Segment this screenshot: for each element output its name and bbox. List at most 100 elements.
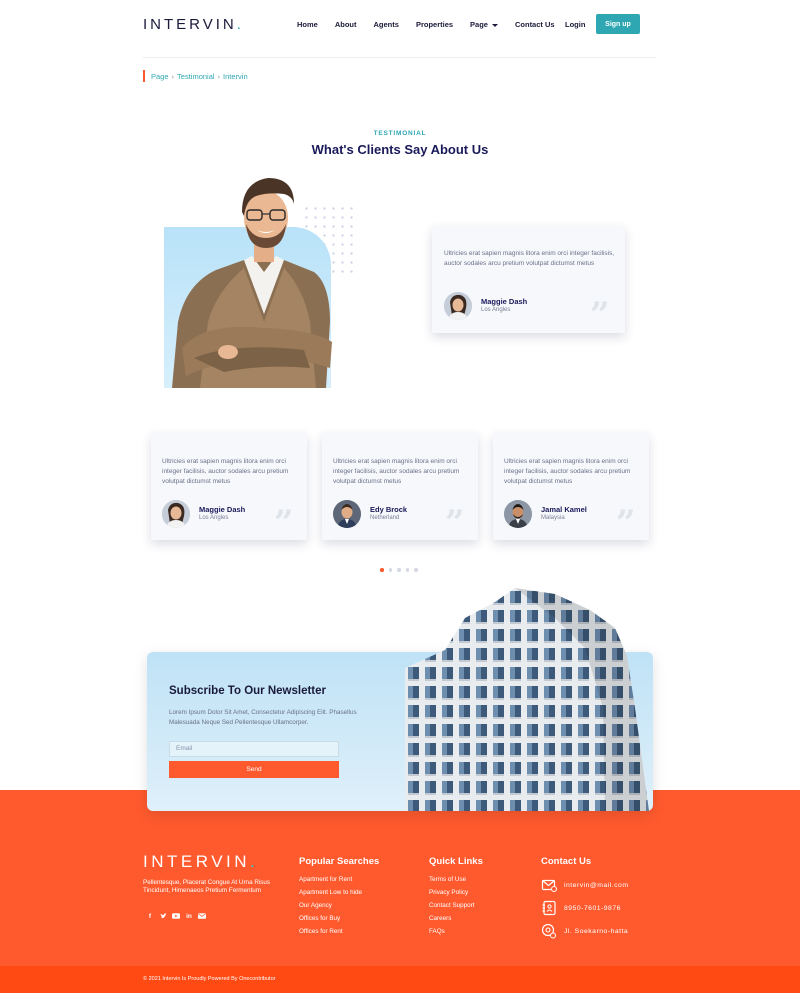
contact-email-text: intervin@mail.com <box>564 881 629 889</box>
twitter-glyph <box>160 912 167 918</box>
logo[interactable]: INTERVIN. <box>143 16 244 33</box>
footer-link[interactable]: Privacy Policy <box>429 889 468 896</box>
client-name: Edy Brock <box>370 505 408 514</box>
top-navigation: INTERVIN. Home About Agents Properties P… <box>0 0 800 58</box>
send-button[interactable]: Send <box>169 761 339 778</box>
footer-link[interactable]: Offices for Buy <box>299 915 340 922</box>
testimonial-text: Ultricies erat sapien magnis litora enim… <box>162 458 289 485</box>
nav-contact[interactable]: Contact Us <box>515 20 555 29</box>
avatar-image <box>504 500 532 528</box>
avatar-image <box>333 500 361 528</box>
social-links: f in <box>146 912 206 920</box>
avatar <box>504 500 532 528</box>
contact-address-text: Jl. Soekarno-hatta <box>564 927 629 935</box>
footer-logo-text: INTERVIN <box>143 852 251 871</box>
twitter-icon[interactable] <box>159 912 167 920</box>
nav-page-label: Page <box>470 20 488 29</box>
avatar-image <box>162 500 190 528</box>
quote-icon: ” <box>445 503 465 543</box>
client-name: Maggie Dash <box>481 297 528 306</box>
testimonial-card: Ultricies erat sapien magnis litora enim… <box>151 433 307 540</box>
quote-icon: ” <box>590 295 610 335</box>
youtube-glyph <box>172 913 180 919</box>
testimonial-card: Ultricies erat sapien magnis litora enim… <box>493 433 649 540</box>
pager-dot[interactable] <box>414 568 418 572</box>
pager-dot[interactable] <box>405 568 409 572</box>
login-link[interactable]: Login <box>565 20 585 29</box>
footer-background <box>0 790 800 967</box>
testimonial-text: Ultricies erat sapien magnis litora enim… <box>504 458 631 485</box>
footer-link[interactable]: Apartment for Rent <box>299 876 352 883</box>
contact-phone[interactable]: 8950-7601-9876 <box>541 900 621 916</box>
client-name: Maggie Dash <box>199 505 246 514</box>
pager-dot[interactable] <box>397 568 401 572</box>
nav-agents[interactable]: Agents <box>374 20 399 29</box>
footer-link[interactable]: Offices for Rent <box>299 928 343 935</box>
mail-icon[interactable] <box>198 912 206 920</box>
client-location: Netherland <box>370 515 400 521</box>
nav-properties[interactable]: Properties <box>416 20 453 29</box>
phone-book-icon <box>542 900 556 916</box>
location-pin-icon <box>541 923 556 939</box>
breadcrumb-item: Intervin <box>223 71 248 81</box>
nav-page-dropdown[interactable]: Page <box>470 20 498 29</box>
testimonial-text: Ultricies erat sapien magnis litora enim… <box>444 250 615 267</box>
nav-about[interactable]: About <box>335 20 357 29</box>
contact-title: Contact Us <box>541 856 592 867</box>
section-tag: TESTIMONIAL <box>373 130 427 137</box>
logo-text: INTERVIN <box>143 16 237 33</box>
breadcrumb-separator: › <box>217 71 221 81</box>
caret-down-icon <box>491 23 498 27</box>
testimonial-card: Ultricies erat sapien magnis litora enim… <box>322 433 478 540</box>
breadcrumb-accent <box>143 70 145 82</box>
footer-link[interactable]: Terms of Use <box>429 876 466 883</box>
breadcrumb-separator: › <box>171 71 175 81</box>
email-input[interactable]: Email <box>169 741 339 757</box>
breadcrumb: Page › Testimonial › Intervin <box>143 70 248 82</box>
main-menu: Home About Agents Properties Page Contac… <box>297 20 555 29</box>
breadcrumb-item[interactable]: Page <box>151 72 169 81</box>
popular-searches-title: Popular Searches <box>299 856 380 867</box>
footer-link[interactable]: Our Agency <box>299 902 332 909</box>
section-title: What's Clients Say About Us <box>311 142 489 157</box>
contact-address[interactable]: Jl. Soekarno-hatta <box>541 923 628 939</box>
client-location: Malaysia <box>541 515 565 521</box>
mail-glyph <box>198 913 206 919</box>
contact-email[interactable]: intervin@mail.com <box>541 877 629 893</box>
pager-dot-active[interactable] <box>380 568 384 572</box>
client-location: Los Angles <box>199 515 229 521</box>
avatar <box>162 500 190 528</box>
quote-icon: ” <box>616 503 636 543</box>
avatar <box>444 292 472 320</box>
facebook-icon[interactable]: f <box>146 912 154 920</box>
divider <box>143 57 656 58</box>
linkedin-icon[interactable]: in <box>185 912 193 920</box>
envelope-icon <box>541 879 557 892</box>
footer-logo-dot: . <box>250 852 259 871</box>
building-image <box>405 588 649 811</box>
newsletter-title: Subscribe To Our Newsletter <box>169 685 326 697</box>
logo-dot: . <box>236 16 244 33</box>
footer-link[interactable]: Contact Support <box>429 902 475 909</box>
youtube-icon[interactable] <box>172 912 180 920</box>
footer-link[interactable]: Apartment Low to hide <box>299 889 362 896</box>
testimonial-card-featured: Ultricies erat sapien magnis litora enim… <box>432 226 625 333</box>
avatar <box>333 500 361 528</box>
quote-icon: ” <box>274 503 294 543</box>
footer-description: Pellentesque, Placerat Congue At Urna Ri… <box>143 879 271 894</box>
copyright-bar <box>0 966 800 993</box>
signup-button[interactable]: Sign up <box>596 14 640 34</box>
carousel-pager <box>380 568 418 572</box>
client-location: Los Angles <box>481 307 511 313</box>
footer-link[interactable]: FAQs <box>429 928 445 935</box>
breadcrumb-item[interactable]: Testimonial <box>177 72 215 81</box>
nav-home[interactable]: Home <box>297 20 318 29</box>
footer-link[interactable]: Careers <box>429 915 451 922</box>
pager-dot[interactable] <box>388 568 392 572</box>
client-photo <box>172 178 332 388</box>
newsletter-subtitle: Lorem Ipsum Dolor Sit Amet, Consectetur … <box>169 709 357 726</box>
testimonial-text: Ultricies erat sapien magnis litora enim… <box>333 458 460 485</box>
footer-logo[interactable]: INTERVIN. <box>143 852 258 872</box>
client-name: Jamal Kamel <box>541 505 587 514</box>
quick-links-title: Quick Links <box>429 856 483 867</box>
